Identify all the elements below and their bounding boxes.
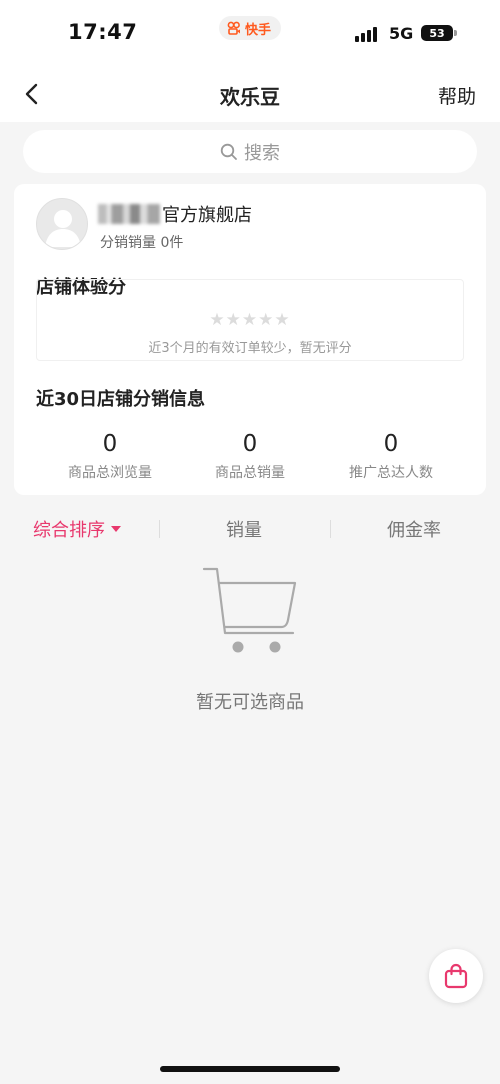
sort-tab-commission-rate[interactable]: 佣金率 xyxy=(387,516,441,542)
page-title: 欢乐豆 xyxy=(220,85,280,109)
sort-tab-label: 销量 xyxy=(226,520,262,541)
star-icon: ★ xyxy=(241,310,259,330)
shopping-cart-icon xyxy=(202,567,297,653)
sort-divider xyxy=(330,520,331,538)
experience-score-box: ★★★★★ 近3个月的有效订单较少，暂无评分 xyxy=(36,279,464,361)
home-indicator[interactable] xyxy=(160,1066,340,1072)
stat-value: 0 xyxy=(242,431,258,457)
sort-tab-label: 佣金率 xyxy=(387,520,441,541)
help-button[interactable]: 帮助 xyxy=(438,82,476,109)
store-name-redacted xyxy=(98,204,160,224)
status-time: 17:47 xyxy=(68,20,138,44)
star-icon: ★ xyxy=(258,310,275,330)
chevron-left-icon xyxy=(25,83,38,105)
stat-label: 商品总销量 xyxy=(215,465,285,481)
empty-state-text: 暂无可选商品 xyxy=(196,692,304,713)
search-placeholder: 搜索 xyxy=(244,142,280,164)
distribution-info-title: 近30日店铺分销信息 xyxy=(36,389,206,410)
store-products-screen: 17:47 快手 5G 53 欢乐豆 帮助 搜索 官方旗舰店 分销销量 0件 店… xyxy=(0,0,500,1084)
nav-bar: 欢乐豆 帮助 xyxy=(0,66,500,122)
stat-total-views: 0 商品总浏览量 xyxy=(35,430,185,482)
sort-tab-comprehensive[interactable]: 综合排序 xyxy=(33,516,121,542)
store-name-row[interactable]: 官方旗舰店 xyxy=(98,201,252,227)
shopping-bag-button[interactable] xyxy=(429,949,483,1003)
star-icon: ★ xyxy=(274,310,291,330)
store-sales-count: 分销销量 0件 xyxy=(100,235,184,251)
stat-label: 推广总达人数 xyxy=(349,465,433,481)
search-icon xyxy=(220,143,237,160)
stat-total-promoters: 0 推广总达人数 xyxy=(316,430,466,482)
sort-tab-sales[interactable]: 销量 xyxy=(226,516,262,542)
status-bar: 17:47 快手 5G 53 xyxy=(0,0,500,66)
network-type: 5G xyxy=(389,24,414,43)
stat-value: 0 xyxy=(102,431,118,457)
store-name: 官方旗舰店 xyxy=(162,205,252,226)
app-name: 快手 xyxy=(245,22,272,38)
sort-divider xyxy=(159,520,160,538)
kuaishou-logo-icon xyxy=(227,21,240,35)
store-avatar[interactable] xyxy=(36,198,88,250)
star-icon: ★ xyxy=(209,310,226,330)
search-input[interactable]: 搜索 xyxy=(23,130,477,173)
sort-bar: 综合排序 销量 佣金率 xyxy=(0,508,500,550)
user-avatar-icon xyxy=(45,210,81,247)
caret-down-icon xyxy=(111,526,121,532)
store-info-card: 官方旗舰店 分销销量 0件 店铺体验分 ★★★★★ 近3个月的有效订单较少，暂无… xyxy=(14,184,486,495)
stat-total-sales: 0 商品总销量 xyxy=(175,430,325,482)
score-note: 近3个月的有效订单较少，暂无评分 xyxy=(148,341,352,356)
battery-icon: 53 xyxy=(421,25,453,41)
star-icon: ★ xyxy=(225,310,242,330)
stat-value: 0 xyxy=(383,431,399,457)
stat-label: 商品总浏览量 xyxy=(68,465,152,481)
app-indicator-pill[interactable]: 快手 xyxy=(219,16,282,40)
shopping-bag-icon xyxy=(444,963,468,989)
back-button[interactable] xyxy=(16,78,48,110)
rating-stars: ★★★★★ xyxy=(37,310,463,330)
sort-tab-label: 综合排序 xyxy=(33,520,105,541)
battery-cap xyxy=(454,30,457,36)
cellular-signal-icon xyxy=(355,27,377,42)
battery-level: 53 xyxy=(429,26,445,40)
